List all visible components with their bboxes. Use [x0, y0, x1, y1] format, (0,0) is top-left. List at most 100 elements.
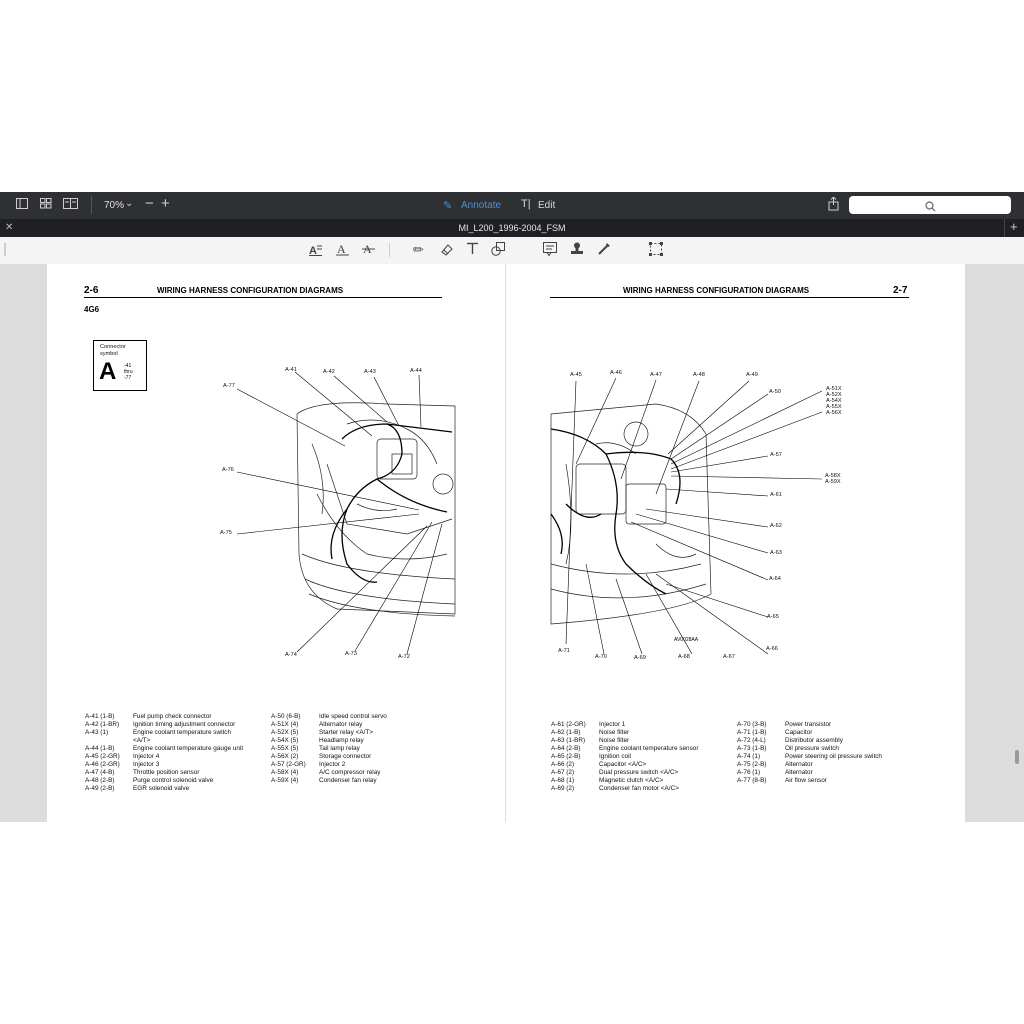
legend-row: A-69 (2) Condenser fan motor <A/C> — [551, 785, 698, 793]
callout-label: A-74 — [285, 652, 297, 658]
legend-row: A-71 (1-B) Capacitor — [737, 729, 882, 737]
right-page: WIRING HARNESS CONFIGURATION DIAGRAMS 2-… — [506, 264, 965, 822]
strikethrough-icon[interactable]: A — [362, 242, 375, 259]
connector-legend-col2: A-70 (3-B) Power transistor A-71 (1-B) Cap… — [737, 721, 882, 785]
legend-code: A-51X (4) — [271, 721, 299, 728]
callout-label: A-59X — [825, 479, 841, 485]
figure-code: AV0028AA — [674, 637, 699, 643]
legend-code: A-57 (2-GR) — [271, 761, 306, 768]
legend-row: A-62 (1-B) Noise filter — [551, 729, 698, 737]
legend-row: A-54X (5) Headlamp relay — [271, 737, 387, 745]
text-style-icon[interactable]: A — [336, 242, 349, 259]
legend-row: A-57 (2-GR) Injector 2 — [271, 761, 387, 769]
legend-code: A-61 (2-GR) — [551, 721, 586, 728]
legend-desc: Magnetic clutch <A/C> — [599, 777, 664, 784]
legend-desc: Distributor assembly — [785, 737, 843, 744]
grid-icon[interactable] — [40, 198, 52, 212]
zoom-out-icon[interactable]: − — [145, 195, 154, 212]
legend-desc: Fuel pump check connector — [133, 713, 212, 720]
legend-code: A-52X (5) — [271, 729, 299, 736]
eraser-icon[interactable] — [440, 243, 453, 259]
legend-row: A-45 (2-GR) Injector 4 — [85, 753, 243, 761]
legend-code: A-41 (1-B) — [85, 713, 115, 720]
callout-label: A-57 — [770, 452, 782, 458]
edit-button[interactable]: Edit — [538, 200, 555, 211]
legend-desc: Capacitor <A/C> — [599, 761, 647, 768]
stamp-icon[interactable] — [570, 242, 584, 259]
legend-row: A-66 (2) Capacitor <A/C> — [551, 761, 698, 769]
legend-row: A-49 (2-B) EGR solenoid valve — [85, 785, 243, 793]
svg-text:A: A — [309, 245, 317, 256]
callout-label: A-61 — [770, 492, 782, 498]
legend-desc: Condenser fan relay — [319, 777, 377, 784]
document-tab-title[interactable]: MI_L200_1996-2004_FSM — [0, 223, 1024, 233]
legend-desc: Alternator — [785, 761, 813, 768]
note-icon[interactable] — [543, 242, 557, 259]
legend-code: A-42 (1-BR) — [85, 721, 120, 728]
zoom-level[interactable]: 70% — [104, 200, 124, 211]
sidebar-handle[interactable] — [4, 243, 6, 256]
share-icon[interactable] — [828, 196, 839, 214]
signature-icon[interactable] — [597, 242, 611, 259]
legend-row: A-70 (3-B) Power transistor — [737, 721, 882, 729]
legend-code: A-70 (3-B) — [737, 721, 767, 728]
legend-row: A-67 (2) Dual pressure switch <A/C> — [551, 769, 698, 777]
search-field[interactable] — [849, 196, 1011, 214]
callout-label: A-63 — [770, 550, 782, 556]
legend-row: <A/T> — [85, 737, 243, 745]
legend-desc: A/C compressor relay — [319, 769, 381, 776]
scrollbar-thumb[interactable] — [1015, 750, 1019, 764]
legend-desc: Dual pressure switch <A/C> — [599, 769, 679, 776]
new-tab-icon[interactable]: + — [1010, 219, 1018, 234]
legend-desc: Alternator relay — [319, 721, 363, 728]
legend-code: A-68 (1) — [551, 777, 575, 784]
connector-legend-col1: A-41 (1-B) Fuel pump check connector A-42… — [85, 713, 243, 793]
legend-row: A-52X (5) Starter relay <A/T> — [271, 729, 387, 737]
annotate-button[interactable]: Annotate — [461, 200, 501, 211]
engine-wiring-diagram — [236, 371, 456, 655]
legend-row: A-42 (1-BR) Ignition timing adjustment co… — [85, 721, 243, 729]
callout-label: A-42 — [323, 369, 335, 375]
legend-desc: Injector 4 — [133, 753, 160, 760]
legend-row: A-75 (2-B) Alternator — [737, 761, 882, 769]
legend-code: A-72 (4-L) — [737, 737, 766, 744]
legend-desc: Idle speed control servo — [319, 713, 387, 720]
selection-icon[interactable] — [649, 242, 663, 259]
shapes-icon[interactable] — [491, 242, 505, 259]
callout-label: A-76 — [222, 467, 234, 473]
legend-code: A-69 (2) — [551, 785, 575, 792]
legend-code: A-48 (2-B) — [85, 777, 115, 784]
zoom-in-icon[interactable]: + — [161, 195, 170, 212]
legend-code: A-45 (2-GR) — [85, 753, 120, 760]
legend-row: A-59X (4) Condenser fan relay — [271, 777, 387, 785]
text-box-icon[interactable]: A — [309, 243, 322, 259]
legend-code: A-50 (6-B) — [271, 713, 301, 720]
legend-desc: Engine coolant temperature switch — [133, 729, 232, 736]
callout-label: A-71 — [558, 648, 570, 654]
callout-label: A-72 — [398, 654, 410, 660]
legend-code: A-71 (1-B) — [737, 729, 767, 736]
sidebar-icon[interactable] — [16, 198, 28, 212]
legend-code: A-74 (1) — [737, 753, 761, 760]
chevron-down-icon[interactable]: ⌄ — [125, 198, 133, 209]
legend-code: A-75 (2-B) — [737, 761, 767, 768]
legend-row: A-68 (1) Magnetic clutch <A/C> — [551, 777, 698, 785]
contact-sheet-icon[interactable] — [63, 198, 78, 212]
legend-code: A-62 (1-B) — [551, 729, 581, 736]
callout-label: A-67 — [723, 654, 735, 660]
legend-row: A-43 (1) Engine coolant temperature switc… — [85, 729, 243, 737]
callout-label: A-41 — [285, 367, 297, 373]
legend-desc: Injector 2 — [319, 761, 346, 768]
legend-row: A-64 (2-B) Engine coolant temperature sen… — [551, 745, 698, 753]
legend-desc: Purge control solenoid valve — [133, 777, 214, 784]
callout-label: A-70 — [595, 654, 607, 660]
legend-code: A-77 (8-B) — [737, 777, 767, 784]
text-icon[interactable] — [466, 242, 479, 258]
legend-desc: Condenser fan motor <A/C> — [599, 785, 679, 792]
pencil-icon[interactable]: ✏ — [413, 242, 424, 258]
annotation-divider — [389, 243, 390, 257]
text-cursor-icon[interactable]: T| — [521, 198, 531, 210]
callout-label: A-64 — [769, 576, 781, 582]
pen-icon[interactable]: ✎ — [443, 199, 452, 212]
callout-label: A-44 — [410, 368, 422, 374]
